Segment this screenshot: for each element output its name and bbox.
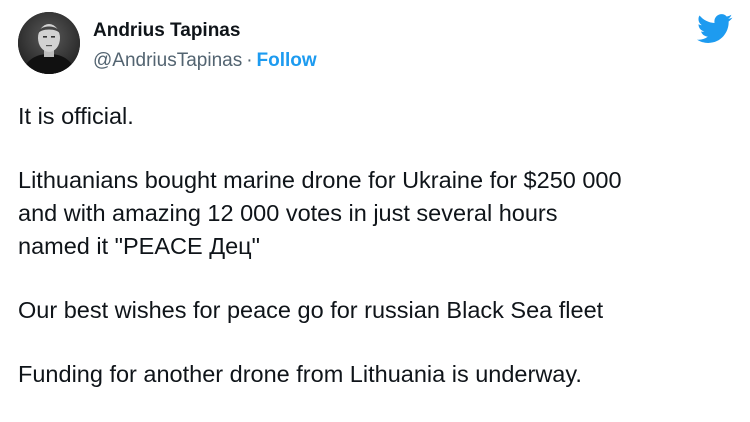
tweet-paragraph: Our best wishes for peace go for russian… [18, 297, 604, 323]
follow-button[interactable]: Follow [257, 50, 317, 71]
tweet-card: Andrius Tapinas @AndriusTapinas · Follow I… [0, 0, 750, 422]
tweet-text: It is official. Lithuanians bought marin… [18, 100, 738, 422]
separator-dot: · [246, 50, 253, 71]
tweet-paragraph: Funding for another drone from Lithuania… [18, 361, 582, 387]
avatar[interactable] [18, 12, 80, 74]
author-name[interactable]: Andrius Tapinas [93, 20, 240, 42]
avatar-photo [18, 12, 80, 74]
author-handle[interactable]: @AndriusTapinas [93, 50, 242, 71]
author-meta: @AndriusTapinas · Follow [93, 50, 317, 72]
tweet-paragraph: Lithuanians bought marine drone for Ukra… [18, 167, 622, 259]
tweet-paragraph: It is official. [18, 103, 134, 129]
twitter-bird-icon[interactable] [697, 14, 733, 44]
